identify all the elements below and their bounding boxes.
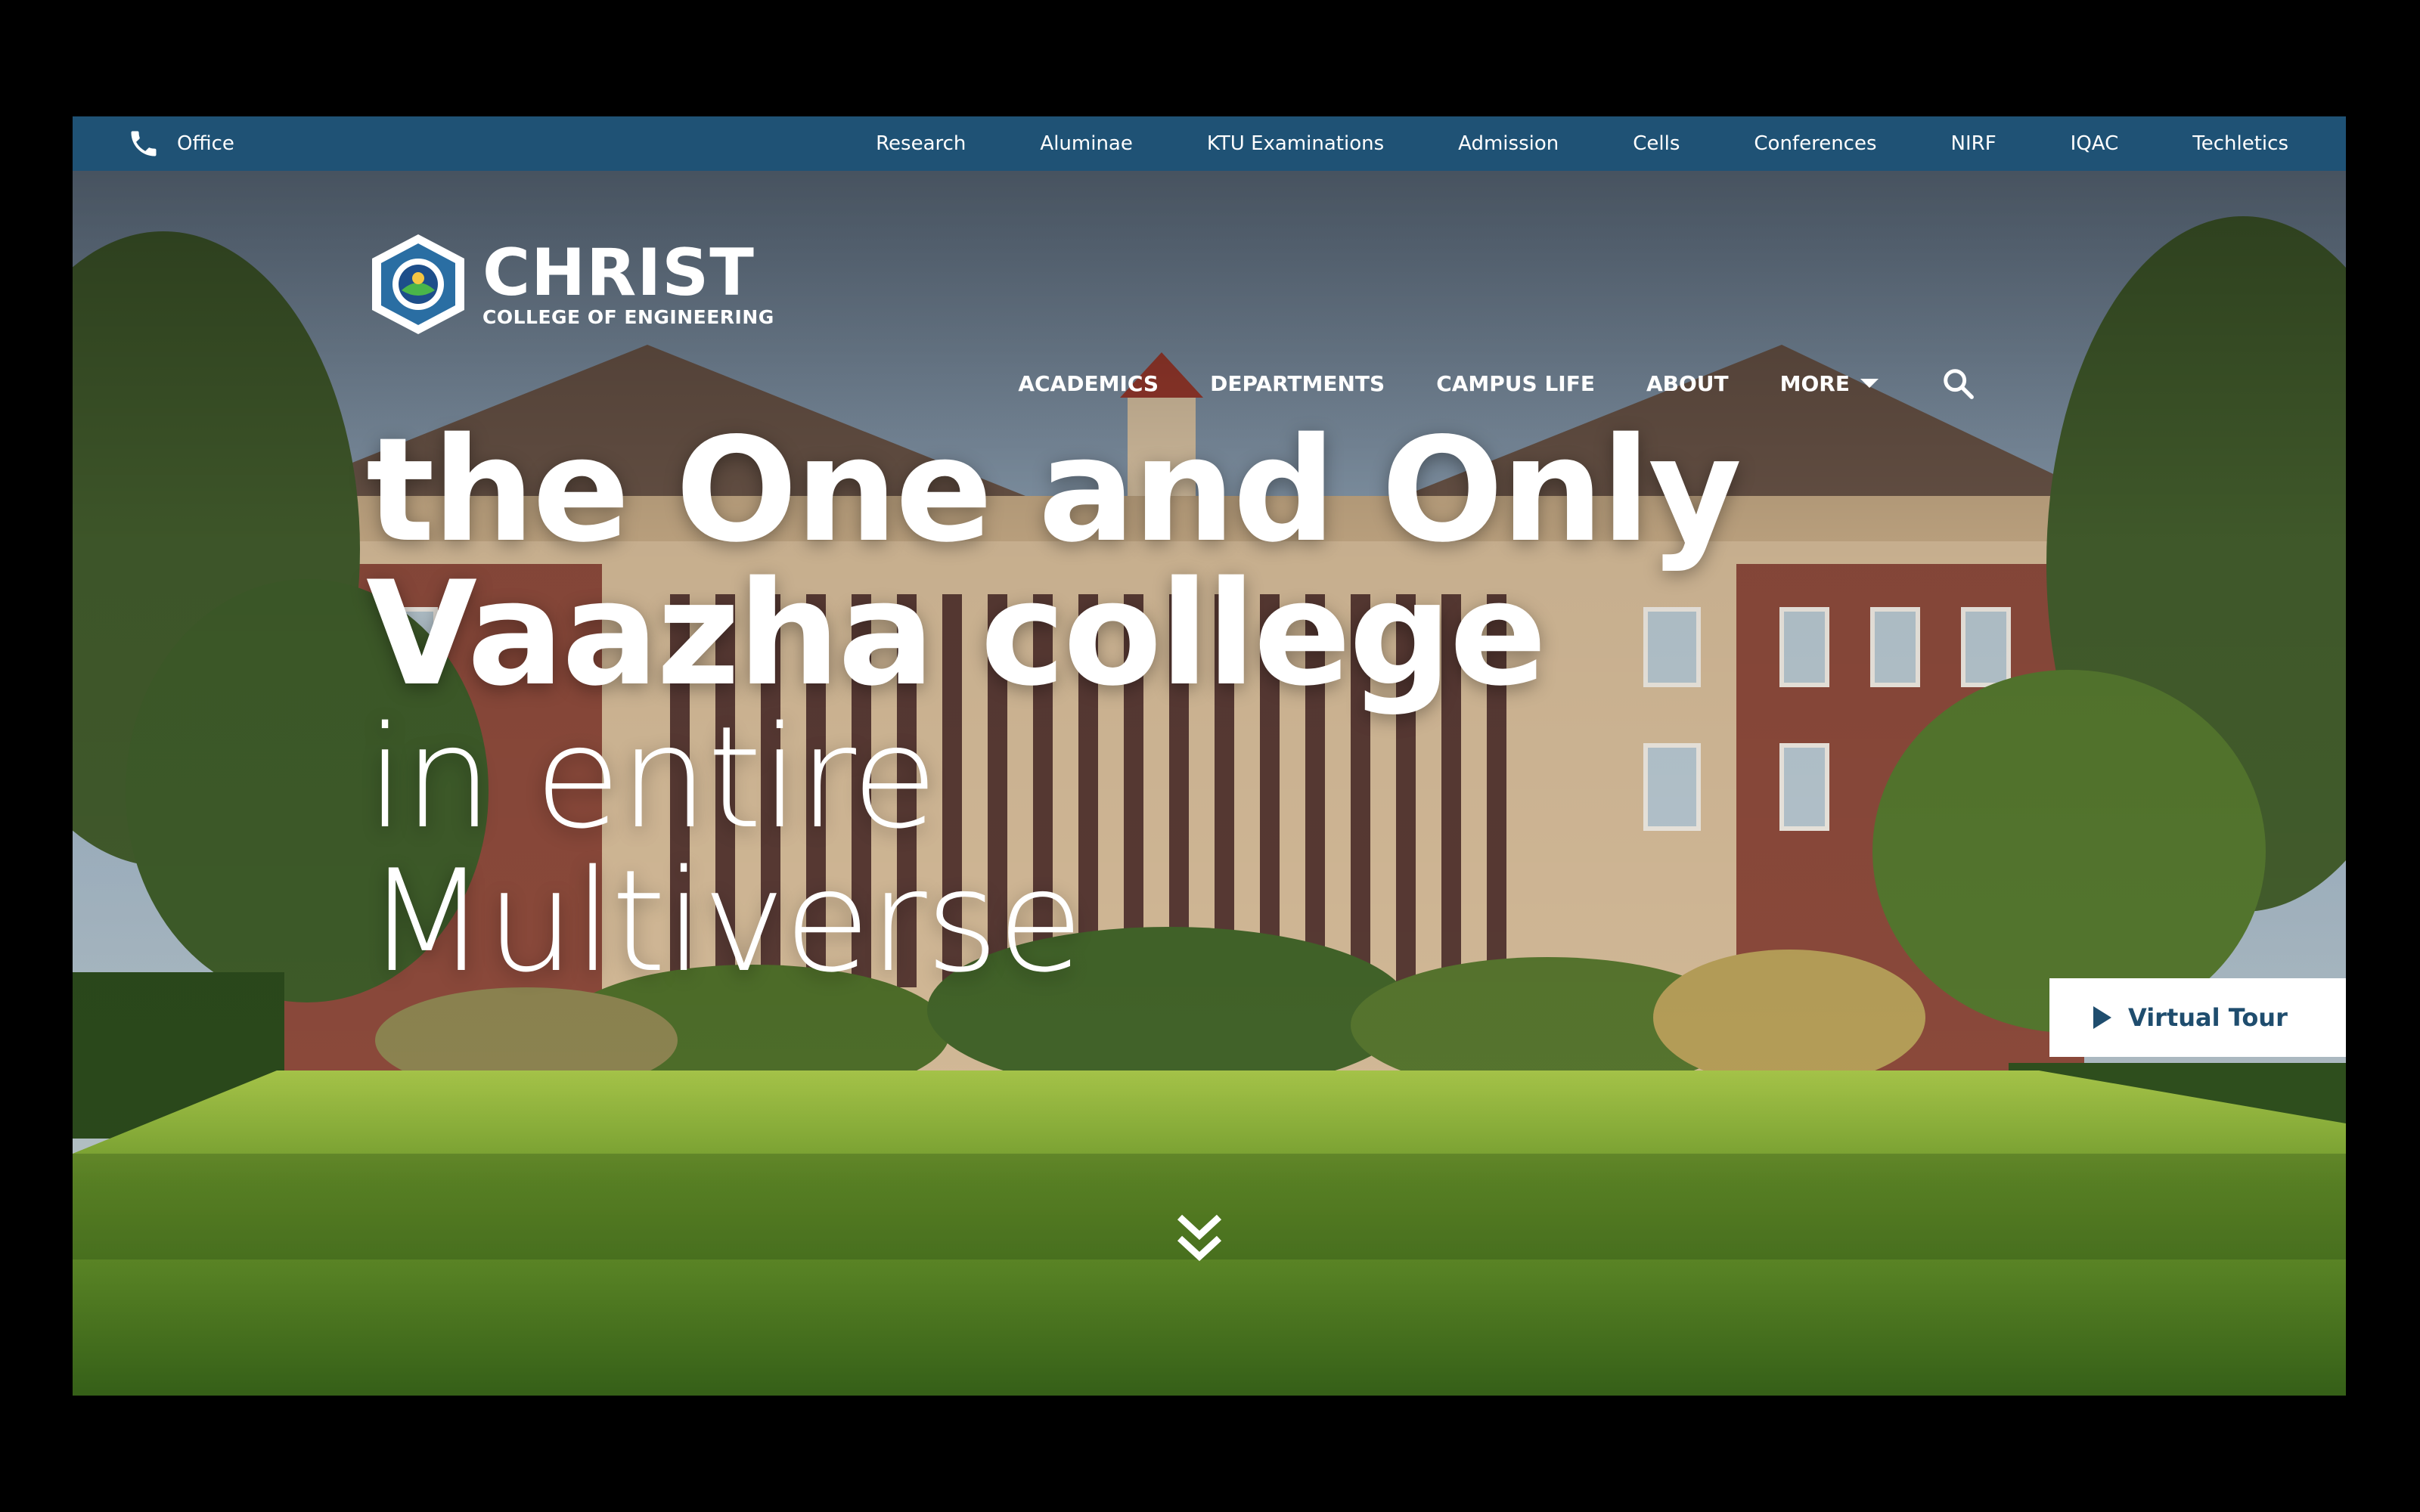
toplink-admission[interactable]: Admission bbox=[1421, 132, 1596, 155]
phone-icon bbox=[131, 131, 157, 156]
toplink-cells[interactable]: Cells bbox=[1596, 132, 1717, 155]
office-contact[interactable]: Office bbox=[127, 116, 234, 171]
toplink-aluminae[interactable]: Aluminae bbox=[1003, 132, 1169, 155]
toplink-ktu-examinations[interactable]: KTU Examinations bbox=[1170, 132, 1421, 155]
browser-viewport: Office Research Aluminae KTU Examination… bbox=[73, 116, 2346, 1396]
nav-academics[interactable]: ACADEMICS bbox=[1018, 371, 1159, 396]
nav-campus-life[interactable]: CAMPUS LIFE bbox=[1436, 371, 1595, 396]
college-name: CHRIST bbox=[482, 235, 755, 311]
toplink-conferences[interactable]: Conferences bbox=[1717, 132, 1913, 155]
toplink-iqac[interactable]: IQAC bbox=[2034, 132, 2156, 155]
college-emblem-icon bbox=[372, 234, 464, 334]
college-subtitle: COLLEGE OF ENGINEERING bbox=[482, 306, 774, 328]
toplink-techletics[interactable]: Techletics bbox=[2155, 132, 2288, 155]
toplink-research[interactable]: Research bbox=[839, 132, 1003, 155]
virtual-tour-button[interactable]: Virtual Tour bbox=[2049, 978, 2346, 1057]
nav-more-label: MORE bbox=[1779, 370, 1850, 396]
top-links: Research Aluminae KTU Examinations Admis… bbox=[839, 116, 2288, 171]
hero-line-2: Vaazha college bbox=[366, 550, 1547, 717]
play-icon bbox=[2093, 1006, 2111, 1029]
caret-down-icon bbox=[1860, 379, 1879, 388]
office-label: Office bbox=[177, 132, 234, 155]
main-navigation: ACADEMICS DEPARTMENTS CAMPUS LIFE ABOUT … bbox=[966, 366, 1975, 401]
toplink-nirf[interactable]: NIRF bbox=[1914, 132, 2034, 155]
top-utility-bar: Office Research Aluminae KTU Examination… bbox=[73, 116, 2346, 171]
double-chevron-down-icon[interactable] bbox=[1174, 1210, 1225, 1266]
college-logo[interactable]: CHRIST COLLEGE OF ENGINEERING bbox=[368, 231, 774, 337]
nav-departments[interactable]: DEPARTMENTS bbox=[1210, 371, 1385, 396]
hero-headline: the One and Only Vaazha college in entir… bbox=[366, 407, 1742, 1003]
search-icon[interactable] bbox=[1941, 366, 1975, 401]
virtual-tour-label: Virtual Tour bbox=[2128, 1003, 2288, 1032]
hero-line-3: in entire bbox=[366, 696, 938, 860]
nav-more-dropdown[interactable]: MORE bbox=[1780, 371, 1879, 396]
hero-line-4: Multiverse bbox=[366, 839, 1084, 1003]
nav-about[interactable]: ABOUT bbox=[1646, 371, 1729, 396]
hero-line-1: the One and Only bbox=[366, 407, 1742, 574]
